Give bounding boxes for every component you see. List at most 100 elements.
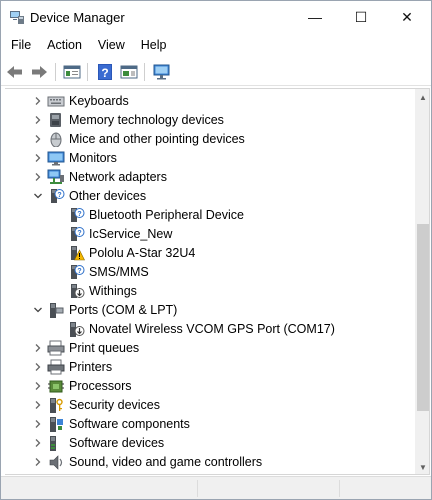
tree-category-row[interactable]: Software devices [5, 434, 415, 453]
tree-item-label: Other devices [69, 189, 147, 203]
mouse-icon [47, 131, 65, 148]
tree-item-label: Print queues [69, 341, 140, 355]
tree-item-label: Ports (COM & LPT) [69, 303, 178, 317]
tree-device-row[interactable]: Novatel Wireless VCOM GPS Port (COM17) [5, 320, 415, 339]
tree-item-label: Printers [69, 360, 113, 374]
menu-bar: File Action View Help [1, 34, 431, 56]
svg-text:?: ? [77, 211, 81, 218]
show-hide-pane-button[interactable] [118, 61, 140, 83]
tree-device-row[interactable]: ? IcService_New [5, 225, 415, 244]
memory-device-icon [47, 112, 65, 128]
port-icon [47, 302, 65, 318]
security-device-icon [47, 397, 65, 413]
device-tree[interactable]: Keyboards Memory technology devices Mice a… [5, 88, 430, 475]
expand-arrow-icon[interactable] [31, 360, 45, 374]
minimize-button[interactable]: — [292, 1, 338, 33]
tree-item-label: Novatel Wireless VCOM GPS Port (COM17) [89, 322, 335, 336]
tree-item-label: Security devices [69, 398, 161, 412]
toolbar-separator [144, 63, 145, 81]
menu-file[interactable]: File [3, 34, 39, 56]
unknown-device-icon: ? [67, 226, 85, 242]
tree-category-row[interactable]: Monitors [5, 149, 415, 168]
sound-icon [47, 454, 65, 470]
tree-category-row[interactable]: Mice and other pointing devices [5, 130, 415, 149]
expand-arrow-icon[interactable] [31, 151, 45, 165]
toolbar: ? [1, 58, 431, 86]
expand-arrow-icon[interactable] [31, 398, 45, 412]
tree-category-row[interactable]: Memory technology devices [5, 111, 415, 130]
tree-item-label: Processors [69, 379, 132, 393]
tree-item-label: Software devices [69, 436, 165, 450]
tree-device-row[interactable]: ? Bluetooth Peripheral Device [5, 206, 415, 225]
tree-device-row[interactable]: Pololu A-Star 32U4 [5, 244, 415, 263]
toolbar-separator [55, 63, 56, 81]
tree-item-label: Withings [89, 284, 137, 298]
scroll-thumb[interactable] [417, 224, 429, 411]
expand-arrow-icon[interactable] [31, 455, 45, 469]
collapse-arrow-icon[interactable] [31, 189, 45, 203]
software-device-icon [47, 435, 65, 451]
tree-item-label: Mice and other pointing devices [69, 132, 245, 146]
tree-category-row[interactable]: Print queues [5, 339, 415, 358]
tree-category-row[interactable]: Security devices [5, 396, 415, 415]
unknown-device-icon: ? [47, 188, 65, 204]
close-button[interactable]: ✕ [384, 1, 430, 33]
tree-item-label: SMS/MMS [89, 265, 149, 279]
tree-item-label: Bluetooth Peripheral Device [89, 208, 244, 222]
help-button[interactable]: ? [94, 61, 116, 83]
menu-help[interactable]: Help [133, 34, 175, 56]
expand-arrow-icon[interactable] [31, 94, 45, 108]
tree-category-row[interactable]: Network adapters [5, 168, 415, 187]
tree-category-row[interactable]: Printers [5, 358, 415, 377]
back-arrow-icon [7, 66, 22, 78]
tree-device-row[interactable]: Withings [5, 282, 415, 301]
processor-icon [47, 378, 65, 394]
tree-item-label: Network adapters [69, 170, 167, 184]
svg-text:?: ? [101, 66, 108, 80]
scroll-up-button[interactable]: ▲ [415, 89, 429, 106]
tree-category-row[interactable]: Ports (COM & LPT) [5, 301, 415, 320]
tree-device-row[interactable]: ? SMS/MMS [5, 263, 415, 282]
menu-view[interactable]: View [90, 34, 133, 56]
tree-category-row[interactable]: Keyboards [5, 92, 415, 111]
maximize-button[interactable]: ☐ [338, 1, 384, 33]
back-button[interactable] [4, 61, 26, 83]
svg-text:?: ? [77, 230, 81, 237]
tree-category-row[interactable]: Sound, video and game controllers [5, 453, 415, 472]
tree-item-label: Pololu A-Star 32U4 [89, 246, 196, 260]
properties-pane-button[interactable] [61, 61, 83, 83]
keyboard-icon [47, 93, 65, 109]
expand-arrow-icon[interactable] [31, 170, 45, 184]
expand-arrow-icon[interactable] [31, 113, 45, 127]
expand-arrow-icon[interactable] [31, 379, 45, 393]
tree-category-row[interactable]: Processors [5, 377, 415, 396]
help-icon: ? [98, 64, 112, 80]
scan-hardware-button[interactable] [151, 61, 173, 83]
status-divider [339, 480, 340, 497]
warning-device-icon [67, 245, 85, 261]
scroll-down-button[interactable]: ▼ [415, 459, 429, 474]
tree-item-label: Memory technology devices [69, 113, 224, 127]
device-manager-icon [10, 11, 24, 24]
tree-category-row[interactable]: ? Other devices [5, 187, 415, 206]
properties-pane-icon [63, 65, 81, 79]
expand-arrow-icon[interactable] [31, 417, 45, 431]
tree-item-label: Monitors [69, 151, 117, 165]
device-manager-window: Device Manager — ☐ ✕ File Action View He… [0, 0, 432, 500]
expand-arrow-icon[interactable] [31, 436, 45, 450]
tree-item-label: Sound, video and game controllers [69, 455, 263, 469]
scan-hardware-icon [153, 64, 170, 80]
tree-item-label: IcService_New [89, 227, 173, 241]
tree-category-row[interactable]: Software components [5, 415, 415, 434]
svg-text:?: ? [57, 192, 61, 199]
expand-arrow-icon[interactable] [31, 341, 45, 355]
show-hide-pane-icon [120, 65, 138, 79]
expand-arrow-icon[interactable] [31, 132, 45, 146]
menu-action[interactable]: Action [39, 34, 90, 56]
tree-item-label: Software components [69, 417, 190, 431]
network-adapter-icon [47, 169, 65, 185]
vertical-scrollbar[interactable]: ▲ ▼ [415, 89, 429, 474]
collapse-arrow-icon[interactable] [31, 303, 45, 317]
title-bar[interactable]: Device Manager — ☐ ✕ [1, 1, 431, 33]
forward-button[interactable] [28, 61, 50, 83]
